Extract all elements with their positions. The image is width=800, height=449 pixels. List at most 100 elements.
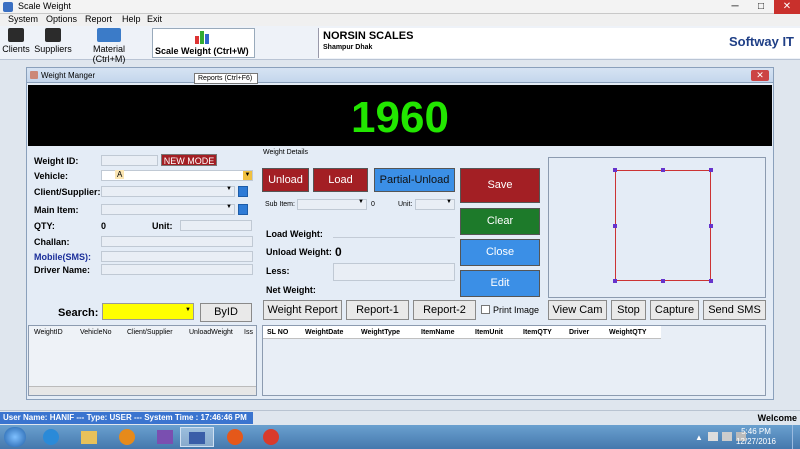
clear-button[interactable]: Clear — [460, 208, 540, 235]
column-header[interactable]: Driver — [569, 329, 589, 336]
menu-help[interactable]: Help — [122, 14, 141, 24]
challan-field[interactable] — [101, 236, 253, 247]
byid-button[interactable]: ByID — [200, 303, 252, 322]
column-header[interactable]: WeightType — [361, 329, 400, 336]
ie-icon[interactable] — [34, 427, 68, 447]
client-supplier-combobox[interactable]: ▼ — [101, 186, 235, 197]
column-header[interactable]: WeightID — [34, 329, 63, 336]
weight-id-field[interactable] — [101, 155, 158, 166]
resize-handle[interactable] — [709, 168, 713, 172]
less-label: Less: — [266, 266, 290, 276]
start-button[interactable] — [4, 427, 26, 447]
load-button[interactable]: Load — [313, 168, 368, 192]
partial-unload-button[interactable]: Partial-Unload — [374, 168, 455, 192]
visual-studio-icon[interactable] — [148, 427, 182, 447]
tray-arrow-icon[interactable]: ▲ — [695, 433, 703, 442]
weight-manager-close-button[interactable]: ✕ — [751, 70, 769, 81]
weight-list-grid[interactable]: WeightID VehicleNo Client/Supplier Unloa… — [28, 325, 257, 396]
show-desktop-button[interactable] — [792, 425, 800, 449]
taskbar: ▲ 5:46 PM 12/27/2016 — [0, 425, 800, 449]
view-cam-button[interactable]: View Cam — [548, 300, 607, 320]
column-header[interactable]: Client/Supplier — [127, 329, 173, 336]
close-form-button[interactable]: Close — [460, 239, 540, 266]
sub-unit-label: Unit: — [398, 201, 413, 208]
mobile-field[interactable] — [101, 251, 253, 262]
vehicle-value: A — [115, 170, 125, 179]
column-header[interactable]: SL NO — [267, 329, 288, 336]
resize-handle[interactable] — [661, 279, 665, 283]
welcome-label: Welcome — [757, 413, 797, 423]
resize-handle[interactable] — [709, 279, 713, 283]
clients-button[interactable]: Clients — [2, 28, 30, 58]
explorer-icon[interactable] — [72, 427, 106, 447]
unit-combobox[interactable] — [180, 220, 252, 231]
capture-button[interactable]: Capture — [650, 300, 699, 320]
column-header[interactable]: UnloadWeight — [189, 329, 233, 336]
scale-weight-button[interactable]: Scale Weight (Ctrl+W) — [152, 28, 255, 58]
weight-report-button[interactable]: Weight Report — [263, 300, 342, 320]
vehicle-combobox[interactable]: A ▼ — [101, 170, 253, 181]
add-item-button[interactable] — [238, 204, 248, 215]
scale-weight-taskbar-icon[interactable] — [180, 427, 214, 447]
less-field[interactable] — [333, 263, 455, 281]
column-header[interactable]: ItemQTY — [523, 329, 552, 336]
horizontal-scrollbar[interactable] — [29, 386, 256, 395]
resize-handle[interactable] — [613, 279, 617, 283]
chevron-down-icon: ▼ — [226, 186, 232, 192]
clock[interactable]: 5:46 PM 12/27/2016 — [736, 427, 776, 447]
client-supplier-label: Client/Supplier: — [34, 187, 101, 197]
suppliers-icon — [45, 28, 61, 42]
minimize-button[interactable]: ─ — [722, 0, 748, 14]
menu-options[interactable]: Options — [46, 14, 77, 24]
edit-button[interactable]: Edit — [460, 270, 540, 297]
print-image-label: Print Image — [493, 305, 540, 315]
send-sms-button[interactable]: Send SMS — [703, 300, 766, 320]
media-player-icon[interactable] — [110, 427, 144, 447]
sub-unit-combobox[interactable]: ▼ — [415, 199, 455, 210]
driver-name-field[interactable] — [101, 264, 253, 275]
sub-item-combobox[interactable]: ▼ — [297, 199, 367, 210]
add-client-button[interactable] — [238, 186, 248, 197]
stop-button[interactable]: Stop — [611, 300, 646, 320]
weight-display: 1960 — [28, 85, 772, 146]
column-header[interactable]: VehicleNo — [80, 329, 112, 336]
network-icon[interactable] — [722, 432, 732, 441]
capture-frame[interactable] — [615, 170, 711, 281]
maximize-button[interactable]: □ — [748, 0, 774, 14]
save-button[interactable]: Save — [460, 168, 540, 203]
weight-detail-grid[interactable]: SL NO WeightDate WeightType ItemName Ite… — [262, 325, 766, 396]
flag-icon[interactable] — [708, 432, 718, 441]
unload-button[interactable]: Unload — [262, 168, 309, 192]
column-header[interactable]: ItemName — [421, 329, 454, 336]
search-input[interactable]: ▼ — [102, 303, 194, 320]
resize-handle[interactable] — [613, 224, 617, 228]
material-button[interactable]: Material (Ctrl+M) — [76, 28, 142, 64]
vehicle-dropdown-icon[interactable]: ▼ — [243, 171, 252, 180]
menu-report[interactable]: Report — [85, 14, 112, 24]
suppliers-button[interactable]: Suppliers — [34, 28, 72, 58]
report-2-button[interactable]: Report-2 — [413, 300, 476, 320]
menu-system[interactable]: System — [8, 14, 38, 24]
resize-handle[interactable] — [661, 168, 665, 172]
resize-handle[interactable] — [709, 224, 713, 228]
load-weight-label: Load Weight: — [266, 229, 323, 239]
menu-exit[interactable]: Exit — [147, 14, 162, 24]
print-image-checkbox[interactable] — [481, 305, 490, 314]
firefox-icon[interactable] — [218, 427, 252, 447]
sub-item-label: Sub Item: — [265, 201, 295, 208]
driver-name-label: Driver Name: — [34, 265, 91, 275]
scale-weight-label: Scale Weight (Ctrl+W) — [155, 46, 249, 56]
column-header[interactable]: WeightDate — [305, 329, 343, 336]
column-header[interactable]: WeightQTY — [609, 329, 647, 336]
main-item-combobox[interactable]: ▼ — [101, 204, 235, 215]
column-header[interactable]: Iss — [244, 329, 253, 336]
close-button[interactable]: ✕ — [774, 0, 800, 14]
window-icon — [30, 71, 38, 79]
chevron-down-icon: ▼ — [185, 307, 191, 313]
report-1-button[interactable]: Report-1 — [346, 300, 409, 320]
suppliers-label: Suppliers — [34, 44, 72, 54]
resize-handle[interactable] — [613, 168, 617, 172]
chrome-icon[interactable] — [254, 427, 288, 447]
status-bar: User Name: HANIF --- Type: USER --- Syst… — [0, 410, 800, 425]
column-header[interactable]: ItemUnit — [475, 329, 503, 336]
